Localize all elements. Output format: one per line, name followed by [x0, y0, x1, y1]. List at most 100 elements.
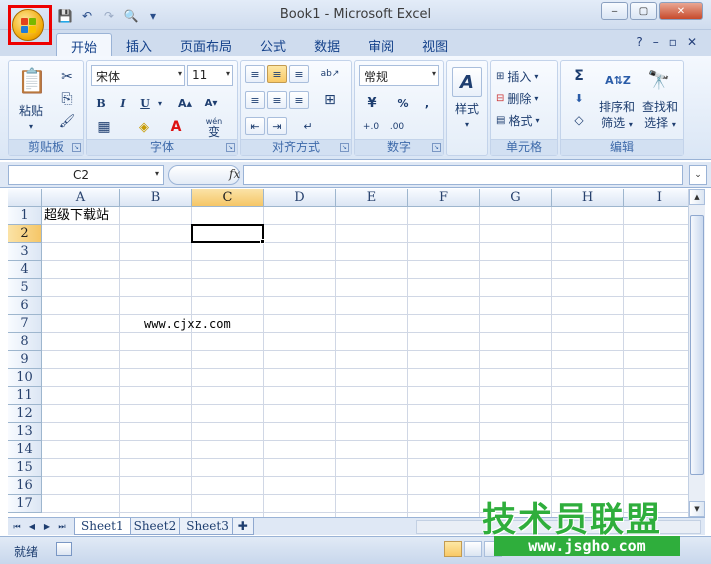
- row-header-16[interactable]: 16: [8, 477, 42, 495]
- row-header-6[interactable]: 6: [8, 297, 42, 315]
- find-select-icon[interactable]: 🔭: [643, 65, 675, 95]
- grow-font-button[interactable]: A▴: [173, 93, 197, 113]
- insert-sheet-icon[interactable]: ✚: [231, 518, 254, 535]
- row-header-13[interactable]: 13: [8, 423, 42, 441]
- clear-icon[interactable]: ◇: [565, 111, 593, 129]
- row-header-12[interactable]: 12: [8, 405, 42, 423]
- find-select-button[interactable]: 查找和: [639, 99, 681, 115]
- tab-view[interactable]: 视图: [408, 33, 462, 56]
- row-header-11[interactable]: 11: [8, 387, 42, 405]
- close-button[interactable]: ✕: [659, 2, 703, 20]
- align-top-icon[interactable]: ≡: [245, 65, 265, 83]
- row-header-8[interactable]: 8: [8, 333, 42, 351]
- sort-filter-button[interactable]: 排序和: [597, 99, 637, 115]
- sheet-tab-sheet1[interactable]: Sheet1: [74, 518, 131, 535]
- font-size-combo[interactable]: 11 ▾: [187, 65, 233, 86]
- wrap-text-icon[interactable]: ↵: [293, 117, 323, 135]
- insert-cells-button[interactable]: ⊞ 插入 ▾: [495, 67, 555, 85]
- active-cell-border[interactable]: [191, 224, 264, 243]
- prev-sheet-icon[interactable]: ◀: [25, 520, 39, 533]
- cut-icon[interactable]: ✂: [57, 67, 77, 87]
- row-header-10[interactable]: 10: [8, 369, 42, 387]
- shrink-font-button[interactable]: A▾: [199, 93, 223, 113]
- paste-button[interactable]: 粘贴: [13, 103, 49, 119]
- autosum-icon[interactable]: Σ: [565, 67, 593, 85]
- tab-insert[interactable]: 插入: [112, 33, 166, 56]
- dialog-launcher-icon[interactable]: ↘: [432, 143, 441, 152]
- styles-button[interactable]: 样式: [447, 101, 487, 117]
- dialog-launcher-icon[interactable]: ↘: [72, 143, 81, 152]
- row-header-7[interactable]: 7: [8, 315, 42, 333]
- ribbon-minimize-icon[interactable]: –: [653, 35, 659, 49]
- ribbon-close-icon[interactable]: ✕: [687, 35, 697, 49]
- column-header-h[interactable]: H: [552, 189, 624, 207]
- align-center-icon[interactable]: ≡: [267, 91, 287, 109]
- tab-home[interactable]: 开始: [56, 33, 113, 56]
- increase-decimal-button[interactable]: +.0: [359, 117, 383, 137]
- format-cells-button[interactable]: ▤ 格式 ▾: [495, 111, 555, 129]
- increase-indent-icon[interactable]: ⇥: [267, 117, 287, 135]
- underline-button[interactable]: U: [135, 93, 155, 113]
- macro-record-icon[interactable]: [56, 542, 72, 556]
- tab-data[interactable]: 数据: [300, 33, 354, 56]
- maximize-button[interactable]: ▢: [630, 2, 657, 20]
- cell-a1[interactable]: 超级下载站: [44, 207, 109, 225]
- paste-icon[interactable]: 📋: [15, 65, 49, 97]
- copy-icon[interactable]: ⎘: [57, 89, 77, 109]
- select-all-corner[interactable]: [8, 189, 42, 207]
- decrease-decimal-button[interactable]: .00: [385, 117, 409, 137]
- sort-filter-icon[interactable]: A⇅Z: [601, 65, 635, 95]
- sheet-tab-sheet3[interactable]: Sheet3: [179, 518, 236, 535]
- align-right-icon[interactable]: ≡: [289, 91, 309, 109]
- tab-page-layout[interactable]: 页面布局: [166, 33, 246, 56]
- last-sheet-icon[interactable]: ⏭: [55, 520, 69, 533]
- vertical-scrollbar[interactable]: ▲ ▼: [688, 189, 705, 517]
- cell-b7[interactable]: www.cjxz.com: [144, 315, 231, 333]
- delete-cells-button[interactable]: ⊟ 删除 ▾: [495, 89, 555, 107]
- merge-center-icon[interactable]: ⊞: [315, 91, 345, 109]
- row-header-1[interactable]: 1: [8, 207, 42, 225]
- help-icon[interactable]: ?: [636, 35, 642, 49]
- align-left-icon[interactable]: ≡: [245, 91, 265, 109]
- styles-icon[interactable]: A: [452, 67, 482, 97]
- font-name-combo[interactable]: 宋体 ▾: [91, 65, 185, 86]
- tab-review[interactable]: 审阅: [354, 33, 408, 56]
- row-header-15[interactable]: 15: [8, 459, 42, 477]
- scroll-up-icon[interactable]: ▲: [689, 189, 705, 205]
- row-header-4[interactable]: 4: [8, 261, 42, 279]
- column-header-a[interactable]: A: [42, 189, 120, 207]
- formula-input[interactable]: [243, 165, 683, 185]
- page-break-view-icon[interactable]: [484, 541, 502, 557]
- italic-button[interactable]: I: [113, 93, 133, 113]
- column-header-b[interactable]: B: [120, 189, 192, 207]
- decrease-indent-icon[interactable]: ⇤: [245, 117, 265, 135]
- border-icon[interactable]: ▦: [91, 117, 117, 137]
- office-button[interactable]: [8, 5, 52, 45]
- format-painter-icon[interactable]: 🖌: [57, 111, 77, 131]
- column-header-c[interactable]: C: [192, 189, 264, 207]
- page-layout-view-icon[interactable]: [464, 541, 482, 557]
- sheet-tab-sheet2[interactable]: Sheet2: [126, 518, 184, 535]
- number-format-combo[interactable]: 常规 ▾: [359, 65, 439, 86]
- horizontal-scrollbar[interactable]: [416, 520, 701, 534]
- percent-button[interactable]: %: [393, 93, 413, 113]
- column-header-f[interactable]: F: [408, 189, 480, 207]
- paste-dropdown-icon[interactable]: ▾: [13, 119, 49, 135]
- align-bottom-icon[interactable]: ≡: [289, 65, 309, 83]
- expand-formula-bar-icon[interactable]: ⌄: [689, 165, 707, 185]
- first-sheet-icon[interactable]: ⏮: [10, 520, 24, 533]
- dialog-launcher-icon[interactable]: ↘: [340, 143, 349, 152]
- font-color-icon[interactable]: A: [163, 117, 189, 137]
- column-header-e[interactable]: E: [336, 189, 408, 207]
- row-header-17[interactable]: 17: [8, 495, 42, 513]
- scroll-down-icon[interactable]: ▼: [689, 501, 705, 517]
- comma-button[interactable]: ,: [417, 93, 437, 113]
- next-sheet-icon[interactable]: ▶: [40, 520, 54, 533]
- row-header-9[interactable]: 9: [8, 351, 42, 369]
- minimize-button[interactable]: ‒: [601, 2, 628, 20]
- column-header-i[interactable]: I: [624, 189, 688, 207]
- align-middle-icon[interactable]: ≡: [267, 65, 287, 83]
- fill-color-icon[interactable]: ◈: [131, 117, 157, 137]
- scroll-thumb[interactable]: [690, 215, 704, 475]
- normal-view-icon[interactable]: [444, 541, 462, 557]
